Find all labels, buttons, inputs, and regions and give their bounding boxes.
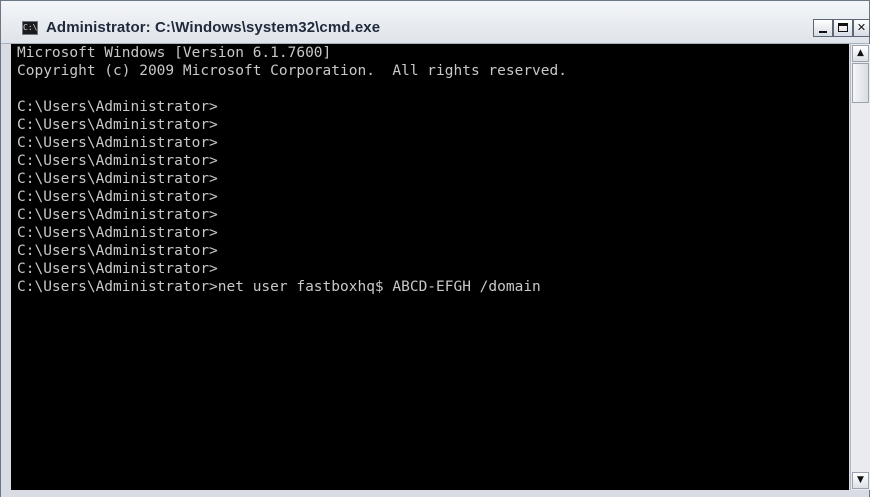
console-line: C:\Users\Administrator> xyxy=(17,135,218,151)
console-line: C:\Users\Administrator> xyxy=(17,99,218,115)
cmd-window: C:\ Administrator: C:\Windows\system32\c… xyxy=(0,0,870,497)
scroll-thumb[interactable] xyxy=(852,63,869,103)
scroll-up-arrow-icon[interactable]: ▲ xyxy=(852,45,869,62)
console-line: Microsoft Windows [Version 6.1.7600] xyxy=(17,45,332,61)
console-line: C:\Users\Administrator>net user fastboxh… xyxy=(17,279,541,295)
console-output[interactable]: Microsoft Windows [Version 6.1.7600] Copy… xyxy=(11,44,849,490)
console-line: C:\Users\Administrator> xyxy=(17,207,218,223)
window-title: Administrator: C:\Windows\system32\cmd.e… xyxy=(46,19,381,36)
console-line: C:\Users\Administrator> xyxy=(17,225,218,241)
console-line: C:\Users\Administrator> xyxy=(17,243,218,259)
console-line: C:\Users\Administrator> xyxy=(17,171,218,187)
console-lines: Microsoft Windows [Version 6.1.7600] Copy… xyxy=(17,44,567,296)
console-line: Copyright (c) 2009 Microsoft Corporation… xyxy=(17,63,567,79)
maximize-button[interactable] xyxy=(833,19,853,37)
console-line: C:\Users\Administrator> xyxy=(17,153,218,169)
console-line: C:\Users\Administrator> xyxy=(17,189,218,205)
title-bar[interactable]: C:\ Administrator: C:\Windows\system32\c… xyxy=(1,1,870,44)
minimize-button[interactable] xyxy=(813,19,833,37)
scroll-down-arrow-icon[interactable]: ▼ xyxy=(852,472,869,489)
window-bottom-border xyxy=(1,490,869,497)
console-line: C:\Users\Administrator> xyxy=(17,117,218,133)
vertical-scrollbar[interactable]: ▲ ▼ xyxy=(850,44,870,490)
console-line: C:\Users\Administrator> xyxy=(17,261,218,277)
close-button[interactable]: ✕ xyxy=(853,19,870,37)
cmd-app-icon[interactable]: C:\ xyxy=(22,21,38,35)
